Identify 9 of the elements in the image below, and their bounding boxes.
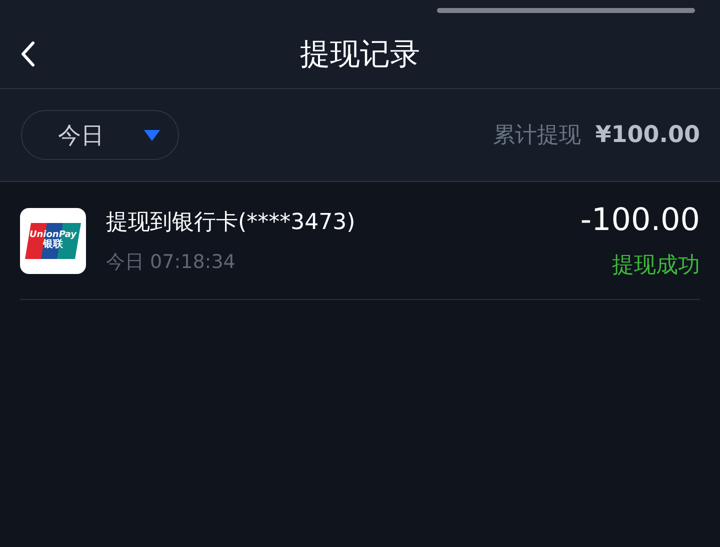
record-title: 提现到银行卡(****3473) bbox=[106, 208, 356, 236]
page-title: 提现记录 bbox=[300, 36, 420, 74]
caret-icon bbox=[144, 130, 160, 140]
record-time: 今日 07:18:34 bbox=[106, 250, 236, 274]
total-amount: ¥100.00 bbox=[595, 122, 700, 148]
total-label: 累计提现 bbox=[493, 122, 582, 150]
record-amount: -100.00 bbox=[580, 202, 700, 238]
record-status: 提现成功 bbox=[612, 252, 700, 280]
date-filter-dropdown[interactable]: 今日 bbox=[21, 110, 179, 160]
